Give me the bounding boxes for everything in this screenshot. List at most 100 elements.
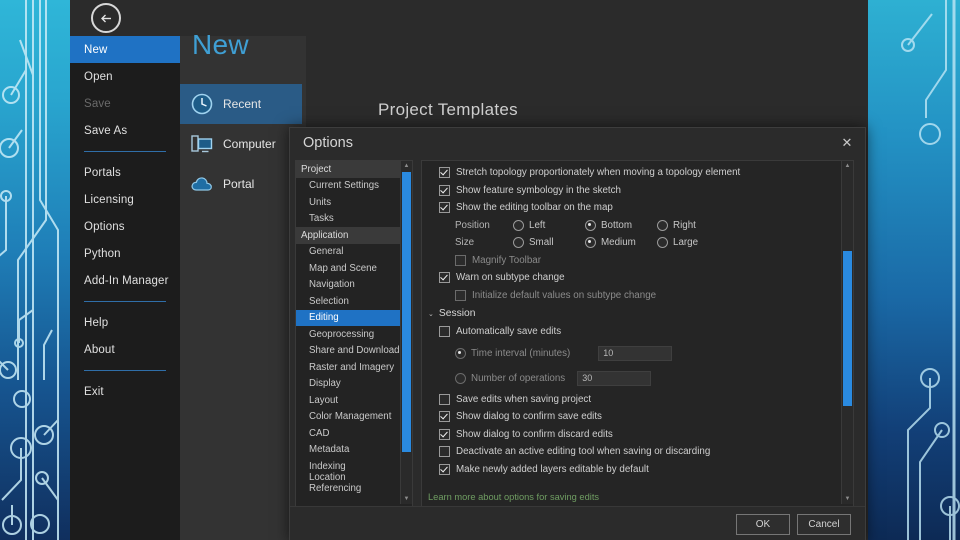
tree-item-navigation[interactable]: Navigation: [296, 277, 400, 294]
option-confirm-save-edits[interactable]: Show dialog to confirm save edits: [422, 408, 840, 426]
rail-item-exit[interactable]: Exit: [70, 378, 180, 405]
tree-item-units[interactable]: Units: [296, 194, 400, 211]
option-deactivate-editing-tool[interactable]: Deactivate an active editing tool when s…: [422, 443, 840, 461]
checkbox-icon[interactable]: [439, 184, 450, 196]
tree-item-tasks[interactable]: Tasks: [296, 211, 400, 228]
option-toolbar-position: Position Left Bottom Right: [422, 217, 840, 235]
option-time-interval[interactable]: Time interval (minutes) 10: [422, 341, 840, 366]
tree-item-share-and-download[interactable]: Share and Download: [296, 343, 400, 360]
rail-item-help[interactable]: Help: [70, 309, 180, 336]
checkbox-icon[interactable]: [455, 254, 466, 266]
tree-item-editing[interactable]: Editing: [296, 309, 400, 326]
rail-item-about[interactable]: About: [70, 336, 180, 363]
tree-item-selection[interactable]: Selection: [296, 293, 400, 310]
radio-icon[interactable]: [513, 237, 524, 249]
tree-item-metadata[interactable]: Metadata: [296, 442, 400, 459]
radio-icon[interactable]: [455, 347, 466, 359]
radio-label: Left: [529, 219, 546, 231]
rail-item-licensing[interactable]: Licensing: [70, 186, 180, 213]
radio-icon[interactable]: [585, 237, 596, 249]
tree-label: Color Management: [309, 411, 392, 423]
scroll-up-icon[interactable]: ▲: [401, 161, 412, 171]
checkbox-icon[interactable]: [439, 326, 450, 338]
back-button[interactable]: [75, 0, 137, 36]
option-initialize-default-values[interactable]: Initialize default values on subtype cha…: [422, 287, 840, 305]
option-show-feature-symbology[interactable]: Show feature symbology in the sketch: [422, 182, 840, 200]
section-header-session[interactable]: ⌄ Session: [422, 304, 840, 323]
option-show-editing-toolbar[interactable]: Show the editing toolbar on the map: [422, 199, 840, 217]
rail-item-new[interactable]: New: [70, 36, 180, 63]
option-magnify-toolbar[interactable]: Magnify Toolbar: [422, 252, 840, 270]
checkbox-icon[interactable]: [439, 167, 450, 179]
rail-item-save-as[interactable]: Save As: [70, 117, 180, 144]
option-label: Deactivate an active editing tool when s…: [456, 446, 711, 458]
option-confirm-discard-edits[interactable]: Show dialog to confirm discard edits: [422, 426, 840, 444]
radio-size-small[interactable]: Small: [513, 237, 585, 249]
tree-item-color-management[interactable]: Color Management: [296, 409, 400, 426]
tree-item-display[interactable]: Display: [296, 376, 400, 393]
checkbox-icon[interactable]: [455, 289, 466, 301]
scroll-down-icon[interactable]: ▼: [401, 494, 412, 504]
scroll-up-icon[interactable]: ▲: [842, 161, 853, 171]
checkbox-icon[interactable]: [439, 393, 450, 405]
radio-position-right[interactable]: Right: [657, 219, 729, 231]
radio-icon[interactable]: [657, 237, 668, 249]
radio-icon[interactable]: [455, 372, 466, 384]
checkbox-icon[interactable]: [439, 411, 450, 423]
radio-position-bottom[interactable]: Bottom: [585, 219, 657, 231]
tree-scrollbar[interactable]: ▲ ▼: [400, 161, 412, 504]
tree-item-raster-and-imagery[interactable]: Raster and Imagery: [296, 359, 400, 376]
tree-item-map-and-scene[interactable]: Map and Scene: [296, 260, 400, 277]
radio-icon[interactable]: [585, 219, 596, 231]
rail-item-save: Save: [70, 90, 180, 117]
checkbox-icon[interactable]: [439, 428, 450, 440]
tree-label: Current Settings: [309, 180, 379, 192]
option-warn-subtype-change[interactable]: Warn on subtype change: [422, 269, 840, 287]
option-save-edits-when-saving-project[interactable]: Save edits when saving project: [422, 391, 840, 409]
option-automatically-save-edits[interactable]: Automatically save edits: [422, 323, 840, 341]
tree-item-layout[interactable]: Layout: [296, 392, 400, 409]
ok-button[interactable]: OK: [736, 514, 790, 535]
checkbox-icon[interactable]: [439, 463, 450, 475]
new-item-recent[interactable]: Recent: [180, 84, 302, 124]
rail-item-options[interactable]: Options: [70, 213, 180, 240]
rail-item-open[interactable]: Open: [70, 63, 180, 90]
radio-size-large[interactable]: Large: [657, 237, 729, 249]
tree-item-cad[interactable]: CAD: [296, 425, 400, 442]
rail-label: Python: [84, 247, 121, 260]
tree-scrollbar-thumb[interactable]: [402, 172, 411, 452]
radio-position-left[interactable]: Left: [513, 219, 585, 231]
new-item-portal[interactable]: Portal: [180, 164, 302, 204]
content-scrollbar-thumb[interactable]: [843, 251, 852, 406]
tree-label: Project: [301, 163, 332, 175]
tree-item-general[interactable]: General: [296, 244, 400, 261]
new-item-computer[interactable]: Computer: [180, 124, 302, 164]
option-number-of-operations[interactable]: Number of operations 30: [422, 366, 840, 391]
time-interval-input[interactable]: 10: [598, 345, 673, 361]
option-stretch-topology[interactable]: Stretch topology proportionately when mo…: [422, 164, 840, 182]
learn-more-link[interactable]: Learn more about options for saving edit…: [428, 492, 599, 502]
scroll-down-icon[interactable]: ▼: [842, 494, 853, 504]
tree-item-location-referencing[interactable]: Location Referencing: [296, 472, 400, 494]
checkbox-icon[interactable]: [439, 272, 450, 284]
number-operations-input[interactable]: 30: [577, 370, 652, 386]
rail-item-portals[interactable]: Portals: [70, 159, 180, 186]
radio-label: Large: [673, 237, 699, 249]
checkbox-icon[interactable]: [439, 202, 450, 214]
tree-item-geoprocessing[interactable]: Geoprocessing: [296, 326, 400, 343]
radio-size-medium[interactable]: Medium: [585, 237, 657, 249]
checkbox-icon[interactable]: [439, 446, 450, 458]
option-label: Make newly added layers editable by defa…: [456, 463, 649, 475]
radio-icon[interactable]: [657, 219, 668, 231]
tree-label: Editing: [309, 312, 339, 324]
rail-item-add-in-manager[interactable]: Add-In Manager: [70, 267, 180, 294]
rail-item-python[interactable]: Python: [70, 240, 180, 267]
tree-item-current-settings[interactable]: Current Settings: [296, 178, 400, 195]
cancel-button[interactable]: Cancel: [797, 514, 851, 535]
radio-icon[interactable]: [513, 219, 524, 231]
close-icon[interactable]: ✕: [839, 135, 855, 151]
content-scrollbar[interactable]: ▲ ▼: [841, 161, 853, 504]
options-tree: Project Current Settings Units Tasks App…: [295, 160, 413, 507]
option-label: Show dialog to confirm save edits: [456, 411, 602, 423]
option-make-layers-editable[interactable]: Make newly added layers editable by defa…: [422, 461, 840, 479]
